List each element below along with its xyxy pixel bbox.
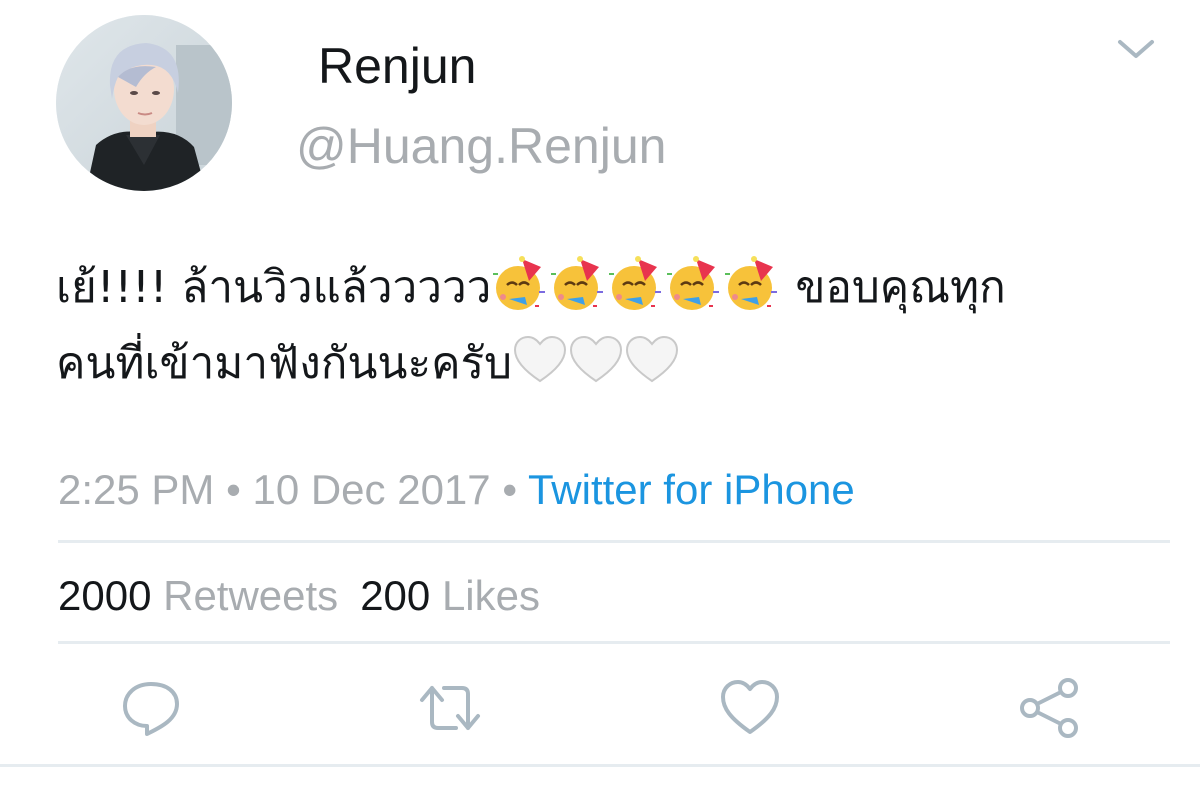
like-icon[interactable] xyxy=(718,676,782,740)
party-emoji-group xyxy=(491,256,781,313)
meta-separator: • xyxy=(214,466,253,513)
heart-emoji-group xyxy=(512,335,680,389)
tweet-text-segment: คนที่เข้ามาฟังกันนะครับ xyxy=(56,338,513,389)
tweet-text-segment: ขอบคุณทุก xyxy=(781,262,1006,313)
white-heart-emoji xyxy=(512,333,568,387)
tweet-text-line-1: เย้!!!! ล้านวิวแล้ววววว ขอบคุณทุก xyxy=(56,250,1166,326)
tweet-time: 2:25 PM xyxy=(58,466,215,513)
tweet-text-line-2: คนที่เข้ามาฟังกันนะครับ xyxy=(56,326,1166,402)
reply-icon[interactable] xyxy=(119,676,183,740)
user-handle[interactable]: @Huang.Renjun xyxy=(296,116,666,176)
party-face-emoji xyxy=(723,255,781,313)
avatar[interactable] xyxy=(56,15,232,191)
retweets-stat[interactable]: 2000 Retweets xyxy=(58,572,338,619)
divider xyxy=(0,764,1200,767)
party-face-emoji xyxy=(491,255,549,313)
likes-count: 200 xyxy=(360,572,431,619)
divider xyxy=(58,641,1170,644)
retweets-count: 2000 xyxy=(58,572,152,619)
display-name[interactable]: Renjun xyxy=(318,36,476,96)
retweets-label: Retweets xyxy=(163,572,339,619)
tweet-text-segment: เย้!!!! ล้านวิวแล้ววววว xyxy=(56,262,492,313)
divider xyxy=(58,540,1170,543)
retweet-icon[interactable] xyxy=(418,676,482,740)
party-face-emoji xyxy=(607,255,665,313)
tweet-stats: 2000 Retweets 200 Likes xyxy=(58,568,540,624)
tweet-date: 10 Dec 2017 xyxy=(252,466,491,513)
tweet-metadata: 2:25 PM • 10 Dec 2017 • Twitter for iPho… xyxy=(58,462,855,518)
tweet-card: Renjun @Huang.Renjun เย้!!!! ล้านวิวแล้ว… xyxy=(0,0,1200,785)
tweet-text: เย้!!!! ล้านวิวแล้ววววว ขอบคุณทุก คนที่เ… xyxy=(56,250,1166,402)
chevron-down-icon[interactable] xyxy=(1112,34,1160,66)
meta-separator: • xyxy=(490,466,528,513)
tweet-source-link[interactable]: Twitter for iPhone xyxy=(528,466,855,513)
likes-stat[interactable]: 200 Likes xyxy=(360,572,540,619)
party-face-emoji xyxy=(665,255,723,313)
party-face-emoji xyxy=(549,255,607,313)
white-heart-emoji xyxy=(624,333,680,387)
share-icon[interactable] xyxy=(1018,676,1082,740)
white-heart-emoji xyxy=(568,333,624,387)
likes-label: Likes xyxy=(441,572,540,619)
avatar-image xyxy=(56,15,232,191)
